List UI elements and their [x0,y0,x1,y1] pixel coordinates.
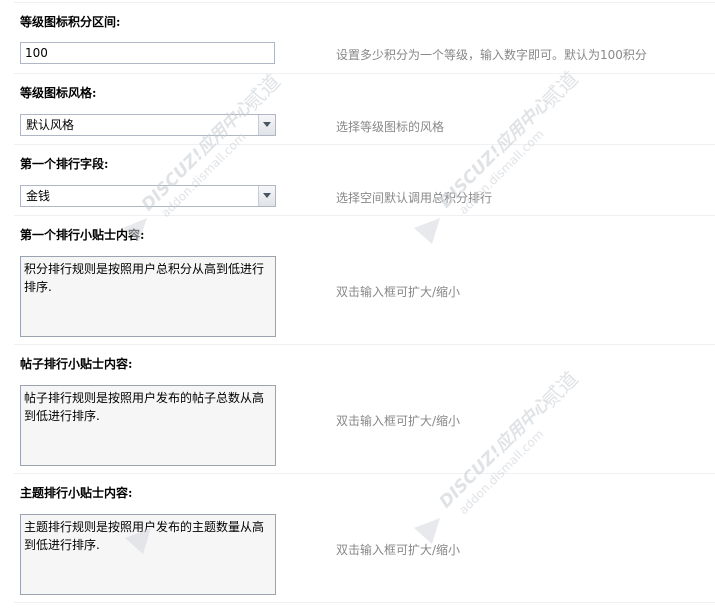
divider [14,215,715,216]
select-value: 金钱 [26,189,51,203]
divider [14,144,715,145]
watermark-logo: DISCUZ!应用中心 addon.dismall.com 贰道 [414,67,583,244]
field-label-thread-rank-tip: 帖子排行小贴士内容: [20,357,133,371]
field-label-level-interval: 等级图标积分区间: [20,15,121,29]
first-rank-tip-textarea[interactable]: 积分排行规则是按照用户总积分从高到低进行排序. [20,256,276,337]
svg-text:贰道: 贰道 [240,69,285,114]
svg-text:贰道: 贰道 [538,367,583,412]
divider [14,2,715,3]
field-tip: 选择空间默认调用总积分排行 [336,191,493,205]
chevron-down-icon[interactable] [258,115,275,135]
first-rank-field-select[interactable]: 金钱 [20,185,276,207]
divider [14,602,715,603]
field-label-first-rank-field: 第一个排行字段: [20,157,109,171]
divider [14,473,715,474]
icon-style-select[interactable]: 默认风格 [20,114,276,136]
field-tip: 设置多少积分为一个等级，输入数字即可。默认为100积分 [336,48,647,62]
select-value: 默认风格 [26,118,75,132]
watermark-logo: DISCUZ!应用中心 addon.dismall.com 贰道 [414,367,583,544]
field-tip: 双击输入框可扩大/缩小 [336,543,461,557]
field-label-first-rank-tip: 第一个排行小贴士内容: [20,228,145,242]
field-tip: 双击输入框可扩大/缩小 [336,285,461,299]
field-label-topic-rank-tip: 主题排行小贴士内容: [20,486,133,500]
field-tip: 选择等级图标的风格 [336,120,445,134]
divider [14,73,715,74]
field-tip: 双击输入框可扩大/缩小 [336,414,461,428]
level-interval-input[interactable]: 100 [20,42,275,64]
divider [14,344,715,345]
topic-rank-tip-textarea[interactable]: 主题排行规则是按照用户发布的主题数量从高到低进行排序. [20,514,276,595]
thread-rank-tip-textarea[interactable]: 帖子排行规则是按照用户发布的帖子总数从高到低进行排序. [20,385,276,466]
chevron-down-icon[interactable] [258,186,275,206]
watermark-logo: DISCUZ!应用中心 addon.dismall.com 贰道 [123,69,285,242]
field-label-icon-style: 等级图标风格: [20,86,97,100]
